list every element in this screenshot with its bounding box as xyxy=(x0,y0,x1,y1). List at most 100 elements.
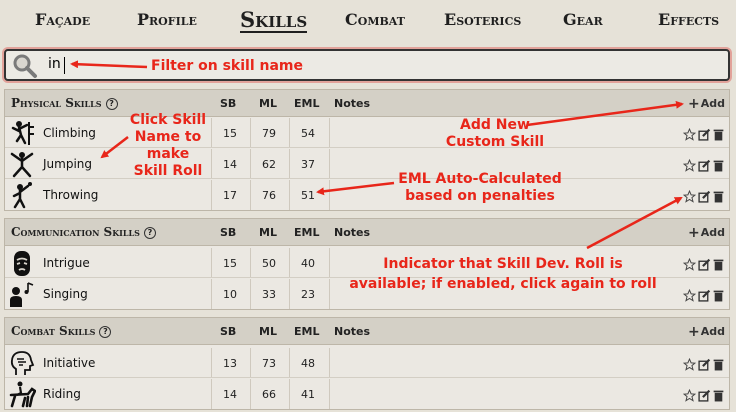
star-icon[interactable] xyxy=(682,256,697,271)
skill-sb: 14 xyxy=(223,158,237,171)
edit-icon[interactable] xyxy=(698,356,711,371)
delete-icon[interactable] xyxy=(712,256,725,271)
section-physical-skills: Physical Skills? SB ML EML Notes +Add Cl… xyxy=(4,89,730,211)
tab-bar: Façade Profile Skills Combat Esoterics G… xyxy=(0,0,736,40)
skill-filter-field[interactable]: in xyxy=(4,49,730,81)
edit-icon[interactable] xyxy=(698,188,711,203)
plus-icon: + xyxy=(688,96,700,112)
row-actions xyxy=(682,356,725,371)
intrigue-icon xyxy=(8,249,36,277)
row-actions xyxy=(682,256,725,271)
col-notes-header: Notes xyxy=(334,226,371,239)
section-header: Physical Skills? SB ML EML Notes +Add xyxy=(5,90,729,117)
section-header: Communication Skills? SB ML EML Notes +A… xyxy=(5,219,729,246)
skill-eml: 23 xyxy=(301,288,315,301)
help-icon[interactable]: ? xyxy=(105,98,118,110)
skill-eml: 54 xyxy=(301,127,315,140)
add-skill-button[interactable]: +Add xyxy=(688,324,725,340)
col-notes-header: Notes xyxy=(334,325,371,338)
skill-name[interactable]: Riding xyxy=(43,387,81,401)
skill-row: Riding 14 66 41 xyxy=(5,379,729,409)
skill-row: Climbing 15 79 54 xyxy=(5,118,729,148)
col-eml-header: EML xyxy=(294,226,320,239)
tab-esoterics[interactable]: Esoterics xyxy=(444,10,521,36)
skill-row: Initiative 13 73 48 xyxy=(5,348,729,378)
tab-effects[interactable]: Effects xyxy=(658,10,719,36)
plus-icon: + xyxy=(688,225,700,241)
skill-eml: 51 xyxy=(301,189,315,202)
row-actions xyxy=(682,387,725,402)
delete-icon[interactable] xyxy=(712,188,725,203)
jumping-icon xyxy=(8,150,36,178)
delete-icon[interactable] xyxy=(712,387,725,402)
annotation-add-new: Add New Custom Skill xyxy=(445,117,545,150)
section-title: Combat Skills? xyxy=(11,324,112,338)
text-cursor xyxy=(64,57,65,74)
singing-icon xyxy=(8,280,36,308)
climbing-icon xyxy=(8,119,36,147)
col-sb-header: SB xyxy=(220,325,237,338)
annotation-filter: Filter on skill name xyxy=(151,58,303,74)
edit-icon[interactable] xyxy=(698,256,711,271)
row-actions xyxy=(682,287,725,302)
skill-sb: 15 xyxy=(223,257,237,270)
star-icon[interactable] xyxy=(682,287,697,302)
search-icon xyxy=(12,53,38,79)
star-icon[interactable] xyxy=(682,387,697,402)
help-icon[interactable]: ? xyxy=(99,326,112,338)
help-icon[interactable]: ? xyxy=(143,227,156,239)
skill-name[interactable]: Jumping xyxy=(43,157,92,171)
skill-name[interactable]: Throwing xyxy=(43,188,98,202)
edit-icon[interactable] xyxy=(698,157,711,172)
star-icon[interactable] xyxy=(682,356,697,371)
row-actions xyxy=(682,157,725,172)
skill-sb: 13 xyxy=(223,357,237,370)
add-skill-button[interactable]: +Add xyxy=(688,225,725,241)
throwing-icon xyxy=(8,181,36,209)
star-icon[interactable] xyxy=(682,188,697,203)
delete-icon[interactable] xyxy=(712,287,725,302)
skill-ml: 79 xyxy=(262,127,276,140)
star-icon[interactable] xyxy=(682,126,697,141)
delete-icon[interactable] xyxy=(712,356,725,371)
section-title: Communication Skills? xyxy=(11,225,156,239)
col-sb-header: SB xyxy=(220,97,237,110)
tab-combat[interactable]: Combat xyxy=(345,10,405,36)
skill-name[interactable]: Intrigue xyxy=(43,256,90,270)
col-ml-header: ML xyxy=(259,226,277,239)
annotation-indicator: Indicator that Skill Dev. Roll is availa… xyxy=(349,256,657,292)
initiative-icon xyxy=(8,349,36,377)
skill-eml: 48 xyxy=(301,357,315,370)
skill-name[interactable]: Climbing xyxy=(43,126,96,140)
col-ml-header: ML xyxy=(259,97,277,110)
col-sb-header: SB xyxy=(220,226,237,239)
skill-sb: 14 xyxy=(223,388,237,401)
col-eml-header: EML xyxy=(294,97,320,110)
edit-icon[interactable] xyxy=(698,287,711,302)
annotation-click-skill: Click Skill Name to make Skill Roll xyxy=(129,112,207,179)
col-ml-header: ML xyxy=(259,325,277,338)
skill-ml: 50 xyxy=(262,257,276,270)
tab-gear[interactable]: Gear xyxy=(563,10,603,36)
skill-name[interactable]: Initiative xyxy=(43,356,95,370)
skill-sb: 17 xyxy=(223,189,237,202)
delete-icon[interactable] xyxy=(712,126,725,141)
skill-eml: 40 xyxy=(301,257,315,270)
tab-facade[interactable]: Façade xyxy=(35,10,90,36)
skill-row: Jumping 14 62 37 xyxy=(5,149,729,179)
skill-name[interactable]: Singing xyxy=(43,287,88,301)
row-actions xyxy=(682,188,725,203)
skill-ml: 33 xyxy=(262,288,276,301)
star-icon[interactable] xyxy=(682,157,697,172)
tab-skills[interactable]: Skills xyxy=(240,7,308,33)
edit-icon[interactable] xyxy=(698,126,711,141)
skill-ml: 73 xyxy=(262,357,276,370)
add-skill-button[interactable]: +Add xyxy=(688,96,725,112)
edit-icon[interactable] xyxy=(698,387,711,402)
skill-ml: 66 xyxy=(262,388,276,401)
tab-profile[interactable]: Profile xyxy=(137,10,197,36)
annotation-eml-auto: EML Auto-Calculated based on penalties xyxy=(398,171,562,204)
skill-filter-input[interactable]: in xyxy=(48,56,61,72)
delete-icon[interactable] xyxy=(712,157,725,172)
col-notes-header: Notes xyxy=(334,97,371,110)
